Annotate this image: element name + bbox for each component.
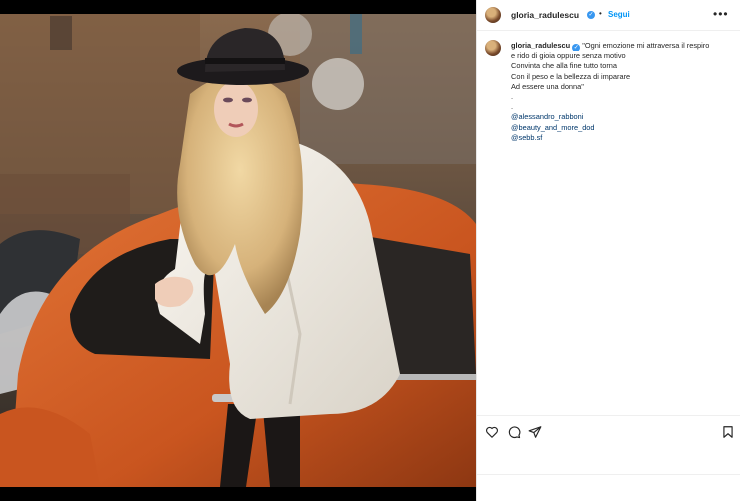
avatar[interactable] <box>485 7 501 23</box>
mention-link-2[interactable]: @sebb.sf <box>511 133 733 143</box>
follow-button[interactable]: Segui <box>608 10 630 19</box>
mention-link-0[interactable]: @alessandro_rabboni <box>511 112 733 122</box>
mention-link-1[interactable]: @beauty_and_more_dod <box>511 123 733 133</box>
comment-icon[interactable] <box>507 425 521 439</box>
instagram-post: gloria_radulescu ✓ • Segui ••• gloria_ra… <box>0 0 740 501</box>
separator-dot: • <box>599 9 602 18</box>
action-bar <box>477 415 740 475</box>
share-icon[interactable] <box>528 425 542 439</box>
caption-line-5: . <box>511 92 514 102</box>
caption-line-2: Convinta che alla fine tutto torna <box>511 61 617 71</box>
photo-image <box>0 14 476 487</box>
caption-avatar[interactable] <box>485 40 501 56</box>
caption-username[interactable]: gloria_radulescu <box>511 41 570 50</box>
caption-line-3: Con il peso e la bellezza di imparare <box>511 71 631 81</box>
post-header: gloria_radulescu ✓ • Segui ••• <box>477 0 740 31</box>
photo-letterbox-bottom <box>0 487 476 501</box>
caption-first-line: gloria_radulescu ✓ "Ogni emozione mi att… <box>511 41 733 52</box>
caption-verified-badge-icon: ✓ <box>572 44 581 52</box>
divider <box>477 474 740 475</box>
bookmark-icon[interactable] <box>721 425 735 439</box>
photo-letterbox-top <box>0 0 476 14</box>
post-photo[interactable] <box>0 0 476 501</box>
post-sidebar: gloria_radulescu ✓ • Segui ••• gloria_ra… <box>476 0 740 501</box>
more-options-icon[interactable]: ••• <box>713 7 729 21</box>
caption-line-1: e rido di gioia oppure senza motivo <box>511 51 626 61</box>
caption-line-4: Ad essere una donna" <box>511 81 584 91</box>
verified-badge-icon: ✓ <box>587 11 595 19</box>
caption-line-6: . <box>511 102 514 112</box>
heart-icon[interactable] <box>485 425 499 439</box>
header-username[interactable]: gloria_radulescu <box>511 10 579 20</box>
caption-line-0: "Ogni emozione mi attraversa il respiro <box>582 41 710 50</box>
post-caption: gloria_radulescu ✓ "Ogni emozione mi att… <box>511 41 733 143</box>
